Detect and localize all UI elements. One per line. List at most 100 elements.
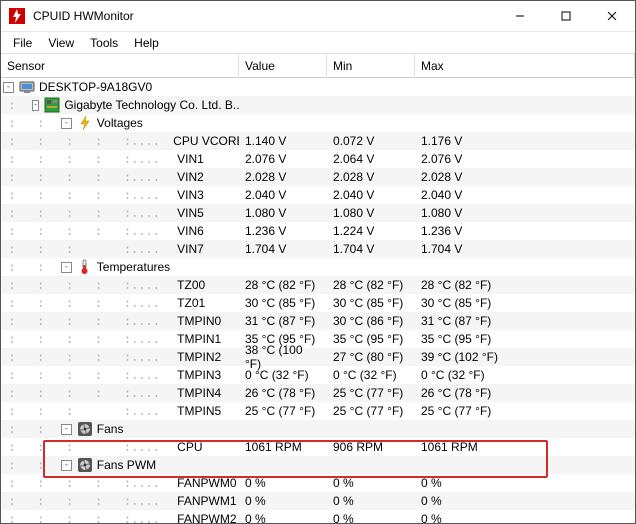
fan-icon: [77, 457, 93, 473]
max-cell: 35 °C (95 °F): [415, 332, 635, 346]
row-label: TMPIN5: [177, 404, 221, 418]
min-cell: 0 %: [327, 512, 415, 523]
value-cell: 0 °C (32 °F): [239, 368, 327, 382]
minimize-button[interactable]: [497, 1, 543, 32]
max-cell: 0 %: [415, 494, 635, 508]
col-max[interactable]: Max: [415, 54, 635, 78]
row-label: VIN3: [177, 188, 204, 202]
maximize-button[interactable]: [543, 1, 589, 32]
expand-toggle[interactable]: -: [3, 82, 14, 93]
max-cell: 2.028 V: [415, 170, 635, 184]
data-row[interactable]: : : : : :.... TMPIN30 °C (32 °F)0 °C (32…: [1, 366, 635, 384]
tree-lines: : : : : :....: [1, 348, 167, 366]
row-label: VIN5: [177, 206, 204, 220]
data-row[interactable]: : : : : :.... TZ0028 °C (82 °F)28 °C (82…: [1, 276, 635, 294]
data-row[interactable]: : : : : :.... CPU VCORE1.140 V0.072 V1.1…: [1, 132, 635, 150]
data-row[interactable]: : : : : :.... FANPWM10 %0 %0 %: [1, 492, 635, 510]
data-row[interactable]: : : : : :.... FANPWM00 %0 %0 %: [1, 474, 635, 492]
max-cell: 31 °C (87 °F): [415, 314, 635, 328]
tree-view[interactable]: -DESKTOP-9A18GV0 : -Gigabyte Technology …: [1, 78, 635, 523]
temp-icon: [77, 259, 93, 275]
min-cell: 28 °C (82 °F): [327, 278, 415, 292]
app-window: CPUID HWMonitor File View Tools Help Sen…: [0, 0, 636, 524]
col-min[interactable]: Min: [327, 54, 415, 78]
value-cell: 1.236 V: [239, 224, 327, 238]
expand-toggle[interactable]: -: [61, 460, 72, 471]
value-cell: 1.140 V: [239, 134, 327, 148]
max-cell: 1.704 V: [415, 242, 635, 256]
value-cell: 0 %: [239, 494, 327, 508]
expand-toggle[interactable]: -: [61, 118, 72, 129]
col-sensor[interactable]: Sensor: [1, 54, 239, 78]
menu-file[interactable]: File: [5, 34, 40, 52]
row-label: VIN2: [177, 170, 204, 184]
tree-fans-pwm[interactable]: : : -Fans PWM: [1, 456, 635, 474]
data-row[interactable]: : : : : :.... TZ0130 °C (85 °F)30 °C (85…: [1, 294, 635, 312]
data-row[interactable]: : : : : :.... TMPIN426 °C (78 °F)25 °C (…: [1, 384, 635, 402]
min-cell: 2.040 V: [327, 188, 415, 202]
row-label: Voltages: [97, 116, 143, 130]
min-cell: 1.224 V: [327, 224, 415, 238]
tree-lines: : : : :....: [1, 438, 167, 456]
value-cell: 1.704 V: [239, 242, 327, 256]
min-cell: 1.704 V: [327, 242, 415, 256]
col-value[interactable]: Value: [239, 54, 327, 78]
min-cell: 2.028 V: [327, 170, 415, 184]
tree-lines: : : : : :....: [1, 474, 167, 492]
max-cell: 25 °C (77 °F): [415, 404, 635, 418]
tree-lines: : : : : :....: [1, 132, 167, 150]
data-row[interactable]: : : : : :.... VIN12.076 V2.064 V2.076 V: [1, 150, 635, 168]
data-row[interactable]: : : : : :.... VIN51.080 V1.080 V1.080 V: [1, 204, 635, 222]
menu-tools[interactable]: Tools: [82, 34, 126, 52]
data-row[interactable]: : : : :.... VIN71.704 V1.704 V1.704 V: [1, 240, 635, 258]
value-cell: 0 %: [239, 512, 327, 523]
tree-root[interactable]: - DESKTOP-9A18GV0: [1, 78, 635, 96]
min-cell: 906 RPM: [327, 440, 415, 454]
row-label: TMPIN0: [177, 314, 221, 328]
expand-toggle[interactable]: -: [61, 262, 72, 273]
tree-lines: : : : : :....: [1, 366, 167, 384]
data-row[interactable]: : : : : :.... VIN61.236 V1.224 V1.236 V: [1, 222, 635, 240]
row-label: TZ01: [177, 296, 205, 310]
data-row[interactable]: : : : : :.... FANPWM20 %0 %0 %: [1, 510, 635, 523]
tree-temperatures[interactable]: : : -Temperatures: [1, 258, 635, 276]
row-label: VIN1: [177, 152, 204, 166]
value-cell: 25 °C (77 °F): [239, 404, 327, 418]
row-label: Fans: [97, 422, 124, 436]
data-row[interactable]: : : : :.... CPU1061 RPM906 RPM1061 RPM: [1, 438, 635, 456]
data-row[interactable]: : : : : :.... TMPIN031 °C (87 °F)30 °C (…: [1, 312, 635, 330]
data-row[interactable]: : : : :.... TMPIN525 °C (77 °F)25 °C (77…: [1, 402, 635, 420]
max-cell: 1.236 V: [415, 224, 635, 238]
tree-lines: : : : : :....: [1, 150, 167, 168]
close-button[interactable]: [589, 1, 635, 32]
max-cell: 0 %: [415, 476, 635, 490]
max-cell: 1061 RPM: [415, 440, 635, 454]
expand-toggle[interactable]: -: [61, 424, 72, 435]
menu-bar: File View Tools Help: [1, 32, 635, 54]
max-cell: 1.176 V: [415, 134, 635, 148]
tree-fans[interactable]: : : -Fans: [1, 420, 635, 438]
tree-lines: : : : :....: [1, 240, 167, 258]
row-label: VIN6: [177, 224, 204, 238]
data-row[interactable]: : : : : :.... VIN22.028 V2.028 V2.028 V: [1, 168, 635, 186]
menu-help[interactable]: Help: [126, 34, 167, 52]
tree-lines: : : : : :....: [1, 204, 167, 222]
expand-toggle[interactable]: -: [32, 100, 39, 111]
tree-board[interactable]: : -Gigabyte Technology Co. Ltd. B...: [1, 96, 635, 114]
max-cell: 0 °C (32 °F): [415, 368, 635, 382]
tree-voltages[interactable]: : : - Voltages: [1, 114, 635, 132]
tree-lines: : :: [1, 114, 59, 132]
min-cell: 25 °C (77 °F): [327, 404, 415, 418]
row-label: TMPIN1: [177, 332, 221, 346]
title-bar[interactable]: CPUID HWMonitor: [1, 1, 635, 32]
column-header: Sensor Value Min Max: [1, 54, 635, 78]
menu-view[interactable]: View: [40, 34, 82, 52]
data-row[interactable]: : : : : :.... TMPIN238 °C (100 °F)27 °C …: [1, 348, 635, 366]
min-cell: 2.064 V: [327, 152, 415, 166]
row-label: DESKTOP-9A18GV0: [39, 80, 152, 94]
app-title: CPUID HWMonitor: [33, 9, 497, 23]
min-cell: 0 %: [327, 476, 415, 490]
max-cell: 1.080 V: [415, 206, 635, 220]
min-cell: 0 °C (32 °F): [327, 368, 415, 382]
data-row[interactable]: : : : : :.... VIN32.040 V2.040 V2.040 V: [1, 186, 635, 204]
